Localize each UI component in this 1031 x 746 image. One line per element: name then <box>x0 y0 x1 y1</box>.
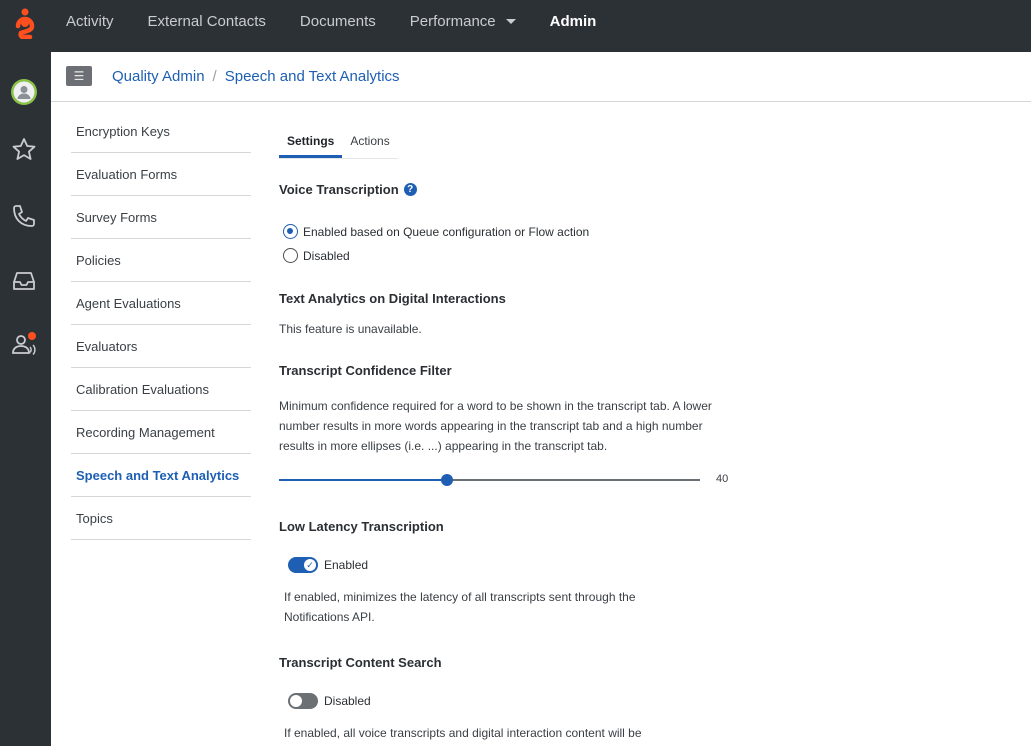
voice-disabled-option[interactable]: Disabled <box>283 248 350 263</box>
confidence-filter-title: Transcript Confidence Filter <box>279 363 452 378</box>
content-search-toggle-row[interactable]: Disabled <box>288 693 371 709</box>
tab-settings[interactable]: Settings <box>279 129 343 158</box>
voice-transcription-heading: Voice Transcription <box>279 182 399 197</box>
user-avatar-icon[interactable] <box>10 78 38 106</box>
sidenav-item-topics[interactable]: Topics <box>71 497 251 540</box>
topnav-external-contacts[interactable]: External Contacts <box>148 13 266 30</box>
breadcrumb-quality-admin[interactable]: Quality Admin <box>112 68 205 85</box>
low-latency-title: Low Latency Transcription <box>279 519 444 534</box>
page-header: ☰ Quality Admin / Speech and Text Analyt… <box>51 52 1031 102</box>
voice-enabled-label: Enabled based on Queue configuration or … <box>303 224 590 239</box>
hamburger-icon: ☰ <box>73 69 85 83</box>
content-search-description: If enabled, all voice transcripts and di… <box>284 726 642 740</box>
content-search-toggle[interactable] <box>288 693 318 709</box>
slider-fill <box>279 479 447 481</box>
top-bar: Activity External Contacts Documents Per… <box>0 0 1031 52</box>
text-analytics-status: This feature is unavailable. <box>279 322 422 336</box>
sidenav-item-agent-evaluations[interactable]: Agent Evaluations <box>71 282 251 325</box>
tab-bar: Settings Actions <box>279 129 398 159</box>
sidenav-item-encryption-keys[interactable]: Encryption Keys <box>71 110 251 153</box>
content-search-toggle-label: Disabled <box>324 694 371 708</box>
left-rail <box>0 52 51 746</box>
check-icon: ✓ <box>304 559 316 571</box>
sidenav-item-survey-forms[interactable]: Survey Forms <box>71 196 251 239</box>
help-icon[interactable]: ? <box>403 183 417 196</box>
breadcrumb: Quality Admin / Speech and Text Analytic… <box>112 68 400 85</box>
voice-disabled-radio[interactable] <box>283 248 298 263</box>
star-icon[interactable] <box>10 136 38 164</box>
text-analytics-title: Text Analytics on Digital Interactions <box>279 291 506 306</box>
voice-enabled-option[interactable]: Enabled based on Queue configuration or … <box>283 224 589 239</box>
sidenav-item-speech-and-text-analytics[interactable]: Speech and Text Analytics <box>71 454 251 497</box>
phone-icon[interactable] <box>10 202 38 230</box>
slider-value: 40 <box>716 473 729 485</box>
tab-actions[interactable]: Actions <box>342 129 397 158</box>
contact-center-icon[interactable] <box>10 330 38 358</box>
confidence-slider[interactable] <box>279 474 700 486</box>
sidenav-item-evaluators[interactable]: Evaluators <box>71 325 251 368</box>
quality-admin-sidenav: Encryption Keys Evaluation Forms Survey … <box>71 110 251 540</box>
breadcrumb-speech-and-text-analytics[interactable]: Speech and Text Analytics <box>225 68 400 85</box>
voice-enabled-radio[interactable] <box>283 224 298 239</box>
confidence-filter-description: Minimum confidence required for a word t… <box>279 399 712 453</box>
low-latency-toggle-row[interactable]: ✓ Enabled <box>288 557 368 573</box>
voice-disabled-label: Disabled <box>303 248 350 263</box>
sidenav-item-evaluation-forms[interactable]: Evaluation Forms <box>71 153 251 196</box>
toggle-knob <box>290 695 302 707</box>
sidenav-item-policies[interactable]: Policies <box>71 239 251 282</box>
breadcrumb-separator: / <box>212 68 217 85</box>
sidenav-item-recording-management[interactable]: Recording Management <box>71 411 251 454</box>
chevron-down-icon <box>505 18 516 24</box>
voice-transcription-title: Voice Transcription ? <box>279 182 417 197</box>
hamburger-menu-button[interactable]: ☰ <box>66 66 92 86</box>
inbox-icon[interactable] <box>10 267 38 295</box>
content-search-title: Transcript Content Search <box>279 655 442 670</box>
low-latency-description: If enabled, minimizes the latency of all… <box>284 590 636 624</box>
topnav-performance[interactable]: Performance <box>410 13 516 30</box>
sidenav-item-calibration-evaluations[interactable]: Calibration Evaluations <box>71 368 251 411</box>
top-navigation: Activity External Contacts Documents Per… <box>66 0 630 42</box>
topnav-performance-label: Performance <box>409 12 496 30</box>
topnav-documents[interactable]: Documents <box>300 13 376 30</box>
topnav-activity[interactable]: Activity <box>66 13 114 30</box>
low-latency-toggle[interactable]: ✓ <box>288 557 318 573</box>
slider-handle[interactable] <box>441 474 453 486</box>
genesys-logo-icon[interactable] <box>14 7 36 39</box>
low-latency-toggle-label: Enabled <box>324 558 369 572</box>
topnav-admin[interactable]: Admin <box>550 13 597 30</box>
